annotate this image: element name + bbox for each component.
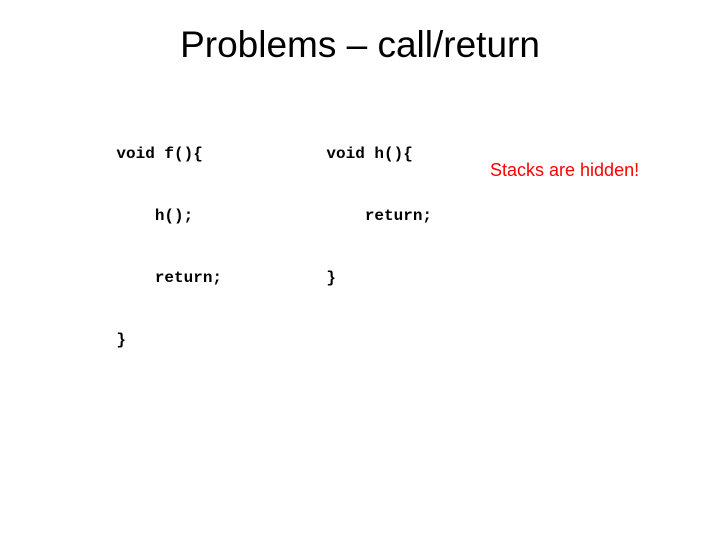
annotation-text: Stacks are hidden! [490,160,639,181]
code-h-decl: void h(){ [326,146,412,162]
code-f-decl: void f(){ [116,146,326,162]
code-f-call-h: h(); [116,208,326,224]
code-block: void f(){void h(){ h(); return; return;}… [78,130,518,378]
slide-title: Problems – call/return [0,24,720,66]
code-h-close: } [326,270,336,286]
code-f-return: return; [116,270,326,286]
code-f-close: } [116,332,326,348]
code-h-return: return; [326,208,432,224]
